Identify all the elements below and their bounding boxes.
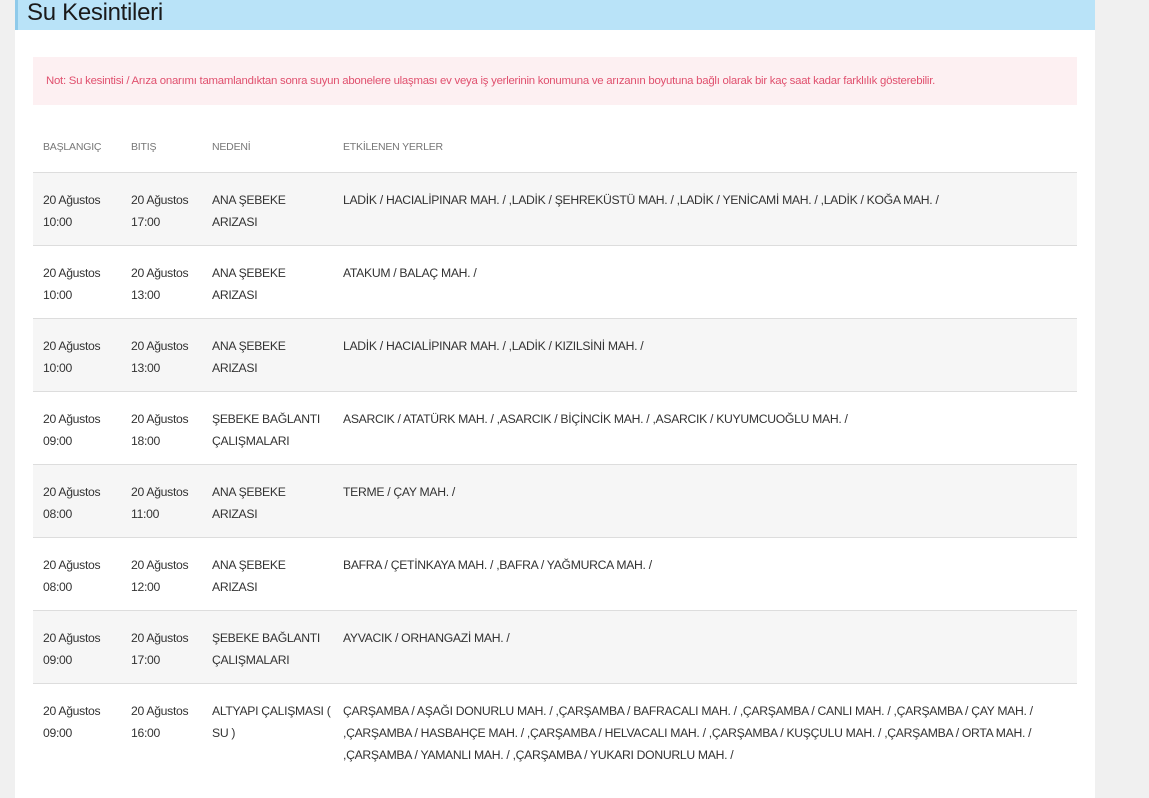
places-cell: AYVACIK / ORHANGAZİ MAH. / <box>343 631 510 645</box>
start-date: 20 Ağustos <box>43 266 101 280</box>
header-end: BITIŞ <box>131 141 157 153</box>
title-bar: Su Kesintileri <box>15 0 1095 30</box>
start-cell: 20 Ağustos 10:00 <box>43 335 123 379</box>
reason-cell: ANA ŞEBEKE ARIZASI <box>212 266 286 302</box>
places-cell: ATAKUM / BALAÇ MAH. / <box>343 266 477 280</box>
reason-cell: ŞEBEKE BAĞLANTI ÇALIŞMALARI <box>212 631 320 667</box>
end-time: 16:00 <box>131 726 160 740</box>
end-time: 13:00 <box>131 288 160 302</box>
title-accent <box>15 0 18 30</box>
end-time: 17:00 <box>131 653 160 667</box>
end-cell: 20 Ağustos 17:00 <box>131 189 203 233</box>
places-cell: LADİK / HACIALİPINAR MAH. / ,LADİK / ŞEH… <box>343 193 939 207</box>
places-cell: TERME / ÇAY MAH. / <box>343 485 455 499</box>
end-date: 20 Ağustos <box>131 412 189 426</box>
page-title: Su Kesintileri <box>27 0 163 26</box>
start-date: 20 Ağustos <box>43 485 101 499</box>
table-row: 20 Ağustos 08:00 20 Ağustos 12:00 ANA ŞEBE… <box>33 538 1077 611</box>
start-cell: 20 Ağustos 09:00 <box>43 700 123 744</box>
end-time: 13:00 <box>131 361 160 375</box>
end-time: 17:00 <box>131 215 160 229</box>
reason-cell: ANA ŞEBEKE ARIZASI <box>212 485 286 521</box>
info-note: Not: Su kesintisi / Arıza onarımı tamaml… <box>33 57 1077 105</box>
table-header: BAŞLANGIÇ BITIŞ NEDENİ ETKİLENEN YERLER <box>33 124 1077 173</box>
start-time: 08:00 <box>43 507 72 521</box>
start-date: 20 Ağustos <box>43 339 101 353</box>
start-time: 08:00 <box>43 580 72 594</box>
end-cell: 20 Ağustos 16:00 <box>131 700 203 744</box>
places-cell: ÇARŞAMBA / AŞAĞI DONURLU MAH. / ,ÇARŞAMB… <box>343 704 1033 762</box>
end-cell: 20 Ağustos 13:00 <box>131 335 203 379</box>
header-start: BAŞLANGIÇ <box>43 141 102 153</box>
end-date: 20 Ağustos <box>131 485 189 499</box>
outage-table: BAŞLANGIÇ BITIŞ NEDENİ ETKİLENEN YERLER … <box>33 124 1077 778</box>
end-date: 20 Ağustos <box>131 193 189 207</box>
end-cell: 20 Ağustos 11:00 <box>131 481 203 525</box>
start-date: 20 Ağustos <box>43 193 101 207</box>
end-cell: 20 Ağustos 13:00 <box>131 262 203 306</box>
start-cell: 20 Ağustos 08:00 <box>43 481 123 525</box>
start-date: 20 Ağustos <box>43 631 101 645</box>
start-cell: 20 Ağustos 10:00 <box>43 189 123 233</box>
table-row: 20 Ağustos 08:00 20 Ağustos 11:00 ANA ŞEBE… <box>33 465 1077 538</box>
end-date: 20 Ağustos <box>131 558 189 572</box>
start-time: 10:00 <box>43 361 72 375</box>
table-row: 20 Ağustos 10:00 20 Ağustos 13:00 ANA ŞEBE… <box>33 246 1077 319</box>
places-cell: BAFRA / ÇETİNKAYA MAH. / ,BAFRA / YAĞMUR… <box>343 558 652 572</box>
reason-cell: ALTYAPI ÇALIŞMASI ( SU ) <box>212 704 331 740</box>
end-time: 18:00 <box>131 434 160 448</box>
table-row: 20 Ağustos 09:00 20 Ağustos 18:00 ŞEBEKE B… <box>33 392 1077 465</box>
content-panel: Su Kesintileri Not: Su kesintisi / Arıza… <box>15 0 1095 798</box>
end-date: 20 Ağustos <box>131 704 189 718</box>
places-cell: LADİK / HACIALİPINAR MAH. / ,LADİK / KIZ… <box>343 339 644 353</box>
start-time: 09:00 <box>43 434 72 448</box>
start-cell: 20 Ağustos 08:00 <box>43 554 123 598</box>
start-date: 20 Ağustos <box>43 412 101 426</box>
start-cell: 20 Ağustos 09:00 <box>43 408 123 452</box>
start-date: 20 Ağustos <box>43 704 101 718</box>
start-time: 10:00 <box>43 288 72 302</box>
header-places: ETKİLENEN YERLER <box>343 141 443 153</box>
end-date: 20 Ağustos <box>131 266 189 280</box>
start-time: 10:00 <box>43 215 72 229</box>
end-time: 11:00 <box>131 507 160 521</box>
reason-cell: ANA ŞEBEKE ARIZASI <box>212 193 286 229</box>
start-cell: 20 Ağustos 10:00 <box>43 262 123 306</box>
end-date: 20 Ağustos <box>131 339 189 353</box>
table-row: 20 Ağustos 10:00 20 Ağustos 13:00 ANA ŞEBE… <box>33 319 1077 392</box>
start-time: 09:00 <box>43 726 72 740</box>
places-cell: ASARCIK / ATATÜRK MAH. / ,ASARCIK / BİÇİ… <box>343 412 848 426</box>
end-cell: 20 Ağustos 17:00 <box>131 627 203 671</box>
table-row: 20 Ağustos 10:00 20 Ağustos 17:00 ANA ŞEBE… <box>33 173 1077 246</box>
reason-cell: ANA ŞEBEKE ARIZASI <box>212 339 286 375</box>
end-date: 20 Ağustos <box>131 631 189 645</box>
start-date: 20 Ağustos <box>43 558 101 572</box>
end-cell: 20 Ağustos 18:00 <box>131 408 203 452</box>
table-row: 20 Ağustos 09:00 20 Ağustos 17:00 ŞEBEKE B… <box>33 611 1077 684</box>
reason-cell: ANA ŞEBEKE ARIZASI <box>212 558 286 594</box>
table-row: 20 Ağustos 09:00 20 Ağustos 16:00 ALTYAPI … <box>33 684 1077 778</box>
end-cell: 20 Ağustos 12:00 <box>131 554 203 598</box>
reason-cell: ŞEBEKE BAĞLANTI ÇALIŞMALARI <box>212 412 320 448</box>
header-reason: NEDENİ <box>212 141 251 153</box>
end-time: 12:00 <box>131 580 160 594</box>
start-time: 09:00 <box>43 653 72 667</box>
start-cell: 20 Ağustos 09:00 <box>43 627 123 671</box>
